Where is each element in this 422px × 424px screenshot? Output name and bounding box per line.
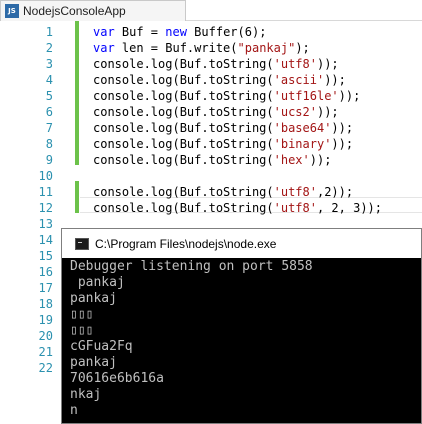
console-output-line: ▯▯▯ (70, 323, 94, 338)
string-token: 'binary' (273, 137, 332, 151)
code-line: console.log(Buf.toString('hex')); (93, 152, 331, 168)
console-output-line: cGFua2Fq (70, 339, 133, 354)
code-token: )); (324, 73, 346, 87)
code-token: console.log(Buf.toString( (93, 185, 274, 199)
document-tab-bar: JS NodejsConsoleApp (0, 0, 422, 21)
code-token: )); (316, 57, 339, 71)
line-number: 8 (45, 137, 53, 151)
code-token: )); (316, 105, 339, 119)
string-token: "pankaj" (237, 41, 296, 55)
tab-nodejsconsoleapp[interactable]: JS NodejsConsoleApp (0, 0, 186, 21)
code-line: console.log(Buf.toString('ucs2')); (93, 104, 339, 120)
string-token: 'utf8' (273, 185, 317, 199)
console-window[interactable]: C:\Program Files\nodejs\node.exe Debugge… (61, 228, 422, 424)
string-token: 'utf16le' (273, 89, 339, 103)
console-output-line: pankaj (70, 355, 117, 370)
string-token: 'base64' (273, 121, 332, 135)
string-token: 'hex' (273, 153, 310, 167)
line-number: 6 (45, 105, 53, 119)
line-number: 12 (38, 201, 53, 215)
line-number: 19 (38, 313, 53, 327)
code-token: , 2, 3)); (316, 201, 383, 215)
code-token: Buffer(6); (186, 25, 267, 39)
code-token: Buf = (114, 25, 166, 39)
code-token: )); (309, 153, 332, 167)
string-token: 'utf8' (273, 57, 317, 71)
string-token: 'ascii' (273, 73, 325, 87)
line-number: 20 (38, 329, 53, 343)
line-number: 22 (38, 361, 53, 375)
code-token: ); (295, 41, 310, 55)
line-number: 5 (45, 89, 53, 103)
code-token: console.log(Buf.toString( (93, 201, 274, 215)
line-number: 4 (45, 73, 53, 87)
line-number-gutter: 1 2 3 4 5 6 7 8 9 10 11 12 13 14 15 16 17 18 19 20 21 22 (0, 21, 62, 424)
code-token: console.log(Buf.toString( (93, 73, 274, 87)
line-number: 21 (38, 345, 53, 359)
code-line: var Buf = new Buffer(6); (93, 24, 266, 40)
code-line: console.log(Buf.toString('utf16le')); (93, 88, 360, 104)
code-token: console.log(Buf.toString( (93, 57, 274, 71)
string-token: 'utf8' (273, 201, 317, 215)
line-number: 16 (38, 265, 53, 279)
line-number: 9 (45, 153, 53, 167)
line-number: 14 (38, 233, 53, 247)
line-number: 11 (38, 185, 53, 199)
line-number: 2 (45, 41, 53, 55)
tab-label: NodejsConsoleApp (23, 4, 126, 18)
code-token: )); (331, 137, 354, 151)
console-output-line: 70616e6b616a (70, 371, 164, 386)
console-output-line: Debugger listening on port 5858 (70, 259, 313, 274)
console-output-line: pankaj (70, 275, 125, 290)
change-bar (75, 21, 79, 165)
code-line: console.log(Buf.toString('utf8')); (93, 56, 339, 72)
line-number: 13 (38, 217, 53, 231)
change-bar (75, 181, 79, 213)
line-number: 10 (38, 169, 53, 183)
js-file-icon: JS (5, 4, 19, 18)
code-line: console.log(Buf.toString('ascii')); (93, 72, 346, 88)
code-line: console.log(Buf.toString('binary')); (93, 136, 353, 152)
line-number: 1 (45, 25, 53, 39)
code-token: console.log(Buf.toString( (93, 153, 274, 167)
code-line: console.log(Buf.toString('utf8',2)); (93, 184, 353, 200)
code-token: len = Buf.write( (114, 41, 238, 55)
console-window-icon (75, 237, 89, 250)
keyword-token: new (165, 25, 187, 39)
line-number: 17 (38, 281, 53, 295)
line-number: 18 (38, 297, 53, 311)
keyword-token: var (93, 41, 115, 55)
keyword-token: var (93, 25, 115, 39)
code-token: console.log(Buf.toString( (93, 137, 274, 151)
code-token: ,2)); (316, 185, 354, 199)
code-token: console.log(Buf.toString( (93, 89, 274, 103)
console-output-line: nkaj (70, 387, 102, 402)
line-number: 7 (45, 121, 53, 135)
code-token: console.log(Buf.toString( (93, 121, 274, 135)
code-token: )); (331, 121, 354, 135)
code-line: console.log(Buf.toString('base64')); (93, 120, 353, 136)
code-token: console.log(Buf.toString( (93, 105, 274, 119)
line-number: 3 (45, 57, 53, 71)
line-number: 15 (38, 249, 53, 263)
console-title: C:\Program Files\nodejs\node.exe (95, 236, 277, 251)
console-output-line: ▯▯▯ (70, 307, 94, 322)
code-line: var len = Buf.write("pankaj"); (93, 40, 310, 56)
console-output-line: pankaj (70, 291, 117, 306)
string-token: 'ucs2' (273, 105, 317, 119)
console-title-bar[interactable]: C:\Program Files\nodejs\node.exe (62, 229, 421, 258)
console-output-line: n (70, 403, 78, 418)
code-token: )); (338, 89, 361, 103)
code-line: console.log(Buf.toString('utf8', 2, 3)); (93, 200, 382, 216)
